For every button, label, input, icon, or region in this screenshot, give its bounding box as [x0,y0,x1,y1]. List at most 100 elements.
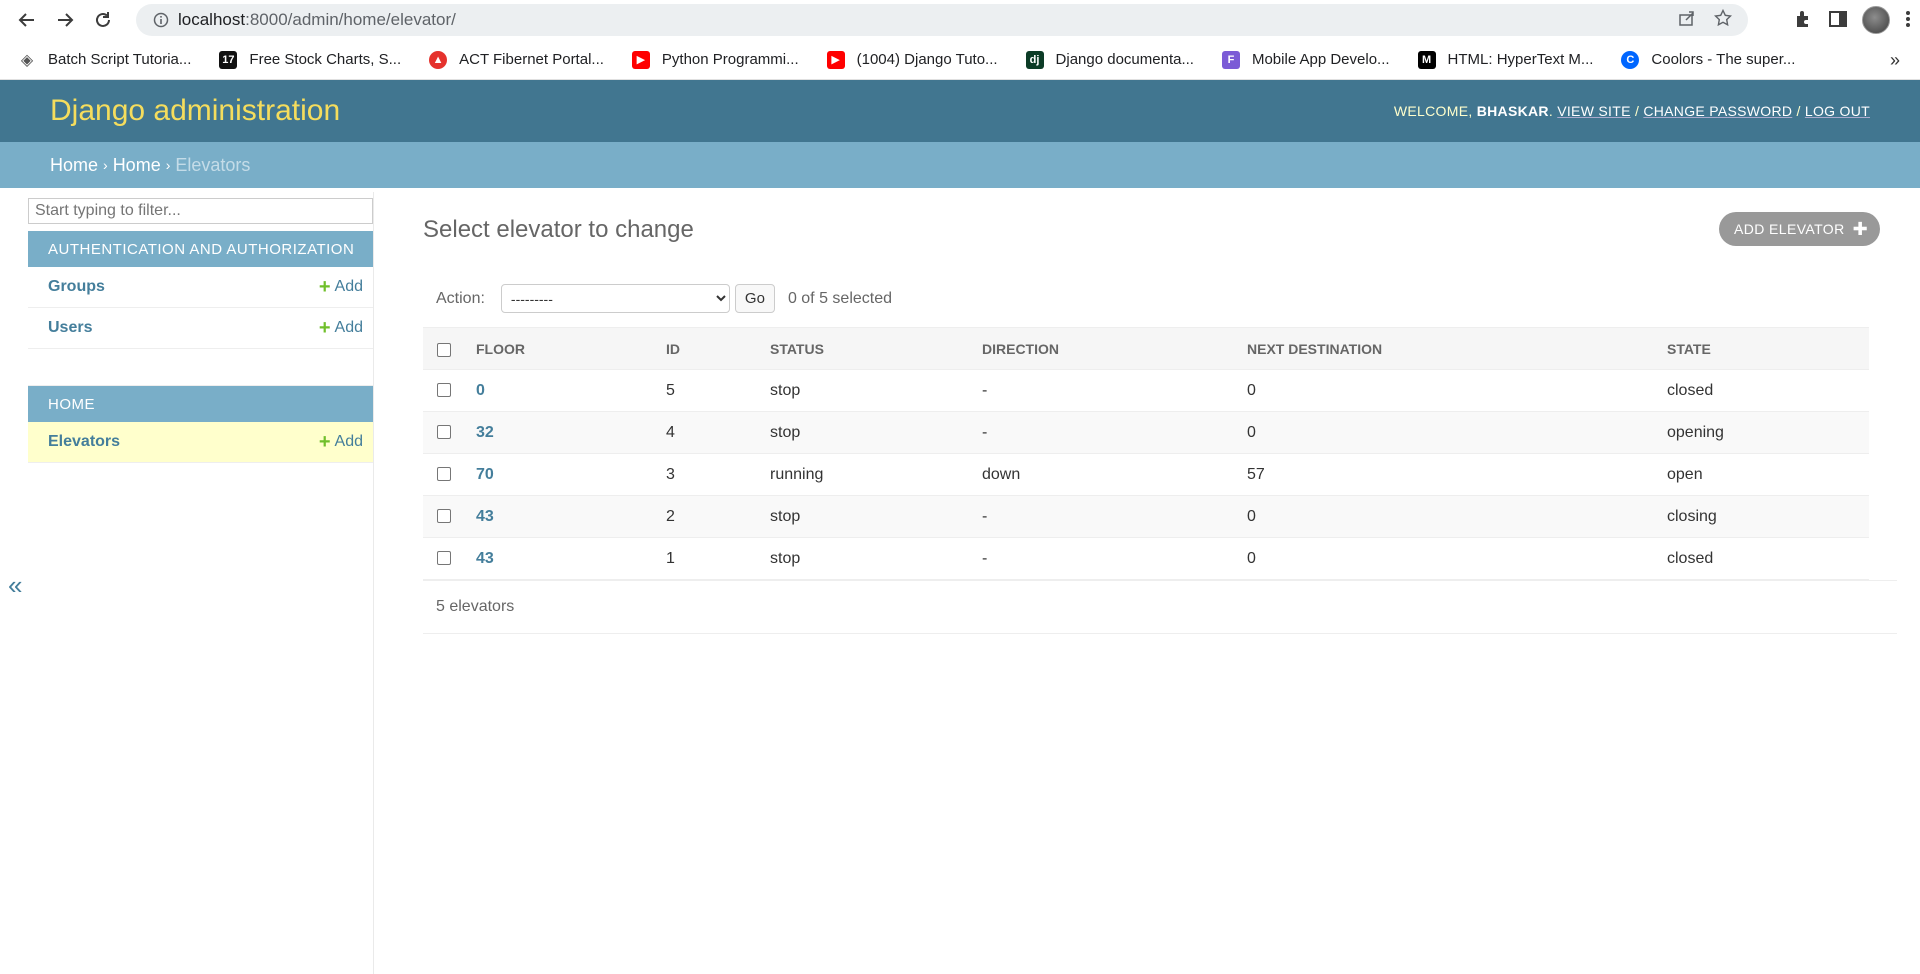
welcome-text: Welcome, [1393,103,1477,119]
row-select-cell [423,411,476,454]
sidebar-item-label[interactable]: Groups [48,278,105,296]
column-header-next-destination[interactable]: Next destination [1247,327,1667,370]
extensions-icon[interactable] [1794,9,1814,32]
action-label: Action: [436,289,485,307]
paginator: 5 elevators [423,580,1897,634]
column-header-status[interactable]: Status [770,327,982,370]
kebab-menu-icon[interactable] [1904,9,1912,32]
add-elevator-button[interactable]: Add elevator ✚ [1719,212,1881,246]
row-select-cell [423,453,476,496]
floor-link[interactable]: 43 [476,508,494,525]
floor-link[interactable]: 32 [476,424,494,441]
add-elevator-link[interactable]: + Add [319,431,363,454]
change-password-link[interactable]: Change password [1643,103,1792,119]
breadcrumb-home[interactable]: Home [50,155,98,176]
cell-direction: down [982,453,1247,496]
module-caption-home[interactable]: Home [28,386,373,422]
module-auth: Authentication and Authorization Groups … [28,231,373,349]
bookmark-item[interactable]: M HTML: HyperText M... [1417,50,1594,69]
act-icon: ▲ [429,50,448,69]
log-out-link[interactable]: Log out [1805,103,1870,119]
cell-id: 5 [666,369,770,412]
row-checkbox[interactable] [437,509,451,524]
youtube-icon: ▶ [826,50,845,69]
share-icon[interactable] [1678,9,1696,32]
bookmark-item[interactable]: ▶ (1004) Django Tuto... [826,50,998,69]
address-bar[interactable]: localhost:8000/admin/home/elevator/ [136,4,1748,36]
side-panel-icon[interactable] [1828,9,1848,32]
profile-avatar[interactable] [1862,6,1890,34]
cell-direction: - [982,411,1247,454]
mdn-icon: M [1417,50,1436,69]
forward-arrow-icon[interactable] [46,1,84,39]
cell-floor: 0 [476,369,666,412]
bookmark-item[interactable]: 17 Free Stock Charts, S... [219,50,401,69]
add-user-link[interactable]: + Add [319,317,363,340]
breadcrumb-current: Elevators [175,154,251,175]
bookmark-item[interactable]: ◈ Batch Script Tutoria... [18,51,192,69]
column-header-direction[interactable]: Direction [982,327,1247,370]
url-text: localhost:8000/admin/home/elevator/ [178,10,456,29]
bookmark-label: HTML: HyperText M... [1447,51,1594,68]
bookmark-label: Coolors - The super... [1651,51,1796,68]
cell-status: stop [770,495,982,538]
actions-bar: Action: --------- Go 0 of 5 selected [423,284,1869,313]
table-row: 43 1 stop -0 closed [423,537,1869,580]
bookmark-label: (1004) Django Tuto... [856,51,998,68]
welcome-dot: . [1548,103,1554,119]
column-header-id[interactable]: ID [666,327,770,370]
cell-state: closing [1667,495,1869,538]
bookmark-item[interactable]: C Coolors - The super... [1621,50,1796,69]
add-label: Add [334,278,363,295]
add-group-link[interactable]: + Add [319,276,363,299]
reload-icon[interactable] [84,1,122,39]
sidebar-item-label[interactable]: Users [48,319,92,337]
plus-icon: + [318,316,331,339]
toggle-sidebar-button[interactable]: « [8,570,22,601]
breadcrumb-app[interactable]: Home [113,155,161,176]
bookmark-item[interactable]: F Mobile App Develo... [1221,50,1390,69]
cell-floor: 70 [476,453,666,496]
back-arrow-icon[interactable] [8,1,46,39]
breadcrumb: Home › Home › Elevators [0,142,1920,188]
row-checkbox[interactable] [437,383,451,398]
bookmark-item[interactable]: ▲ ACT Fibernet Portal... [429,50,604,69]
bookmark-label: Python Programmi... [661,51,799,68]
nav-filter-input[interactable] [28,198,373,224]
bookmark-item[interactable]: ▶ Python Programmi... [631,50,799,69]
cell-state: opening [1667,411,1869,454]
row-checkbox[interactable] [437,467,451,482]
column-header-floor[interactable]: Floor [476,327,666,370]
cell-state: open [1667,453,1869,496]
cell-next-destination: 0 [1247,369,1667,412]
bookmarks-overflow-icon[interactable]: » [1890,50,1900,71]
column-header-state[interactable]: State [1667,327,1869,370]
bookmark-label: Batch Script Tutoria... [48,51,192,68]
bookmark-item[interactable]: dj Django documenta... [1025,50,1194,69]
coolors-icon: C [1621,50,1640,69]
cell-next-destination: 0 [1247,537,1667,580]
bookmarks-bar: ◈ Batch Script Tutoria... 17 Free Stock Cha… [0,40,1920,80]
cell-status: stop [770,411,982,454]
select-all-checkbox[interactable] [437,342,451,357]
view-site-link[interactable]: View site [1557,103,1631,119]
action-select[interactable]: --------- [500,284,730,313]
page-title: Select elevator to change [423,216,694,243]
floor-link[interactable]: 70 [476,466,494,483]
row-checkbox[interactable] [437,551,451,566]
cell-next-destination: 0 [1247,495,1667,538]
table-row: 70 3 running down 57 open [423,453,1869,496]
floor-link[interactable]: 43 [476,550,494,567]
floor-link[interactable]: 0 [476,382,485,399]
module-caption-auth[interactable]: Authentication and Authorization [28,231,373,267]
username: bhaskar [1476,103,1549,119]
row-select-cell [423,537,476,580]
go-button[interactable]: Go [734,284,775,313]
cell-id: 4 [666,411,770,454]
bookmark-star-icon[interactable] [1713,8,1733,32]
sidebar-item-label[interactable]: Elevators [48,433,120,451]
site-branding[interactable]: Django administration [50,94,340,128]
row-checkbox[interactable] [437,425,451,440]
site-info-icon[interactable] [144,12,178,28]
sidebar-item-elevators: Elevators + Add [28,422,373,463]
